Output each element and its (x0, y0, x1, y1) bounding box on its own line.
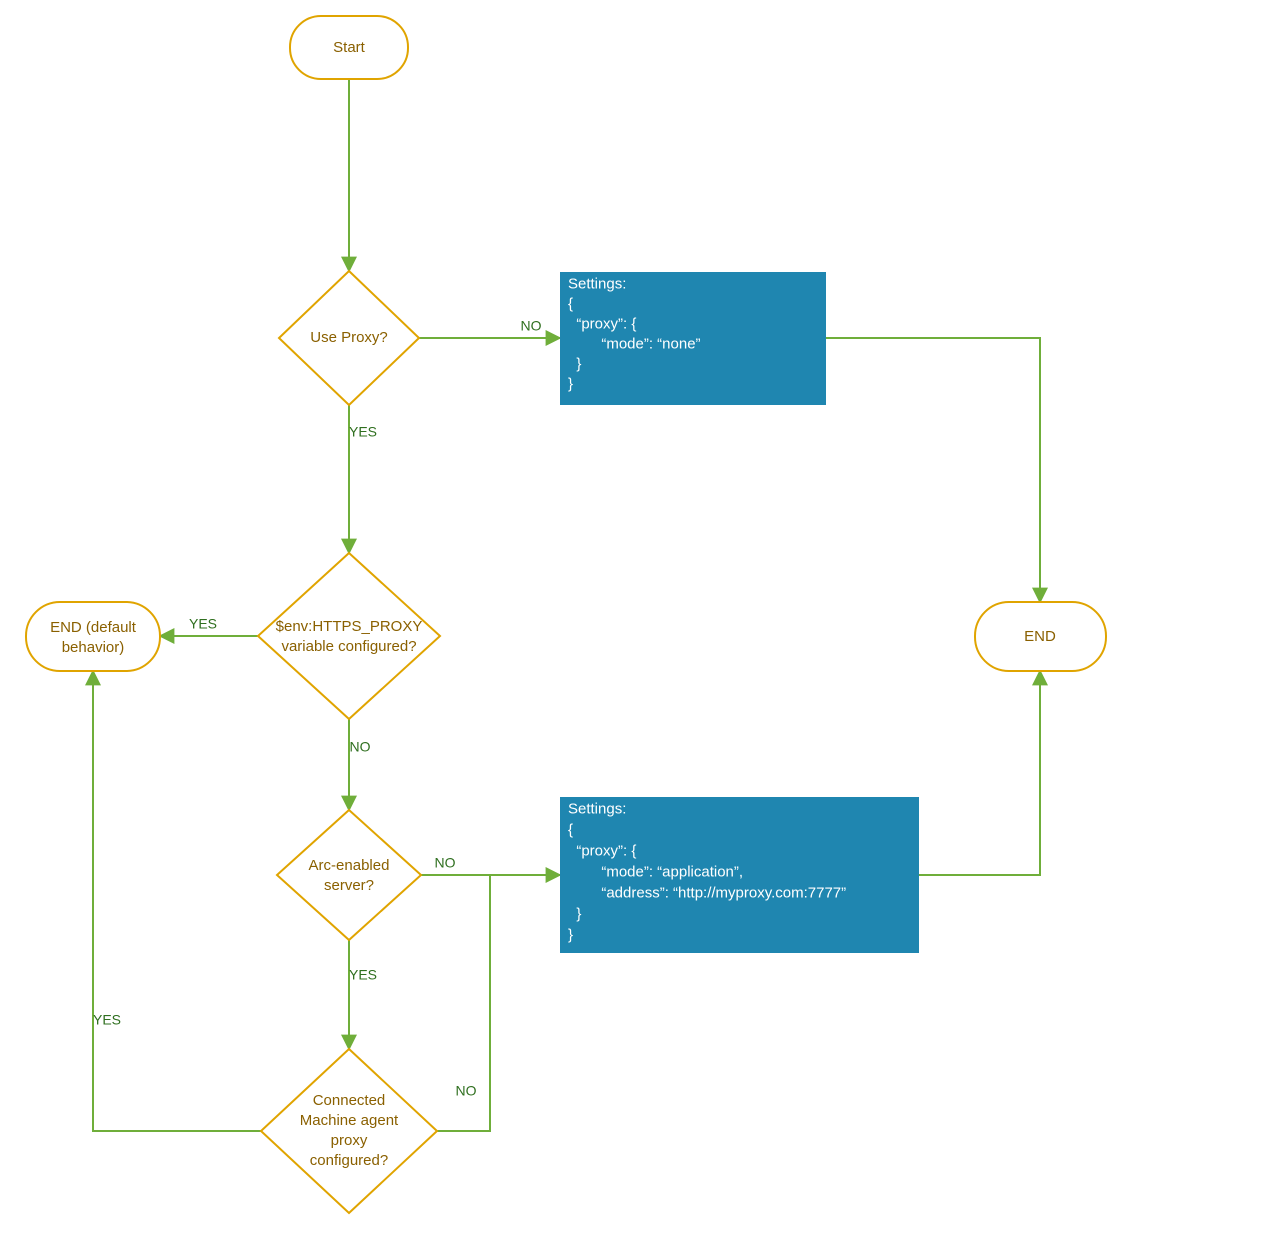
label-envvar-no: NO (350, 739, 371, 755)
node-env-var: $env:HTTPS_PROXY variable configured? (258, 553, 440, 719)
node-use-proxy-label: Use Proxy? (310, 329, 388, 346)
proxy-app-line-5: } (568, 905, 581, 922)
proxy-none-line-4: } (568, 355, 581, 372)
label-useproxy-no: NO (521, 318, 542, 334)
node-arc-line1: Arc-enabled (309, 857, 390, 874)
node-end-label: END (1024, 628, 1056, 645)
label-arc-no: NO (435, 855, 456, 871)
node-arc-line2: server? (324, 877, 374, 894)
node-env-var-line2: variable configured? (281, 638, 416, 655)
label-cmagent-no: NO (456, 1083, 477, 1099)
node-cm-agent-line3: proxy (331, 1132, 368, 1149)
node-arc-enabled: Arc-enabled server? (277, 810, 421, 940)
node-cm-agent-line2: Machine agent (300, 1112, 399, 1129)
label-envvar-yes: YES (189, 616, 217, 632)
proxy-app-line-0: Settings: (568, 800, 626, 817)
node-end-default: END (default behavior) (26, 602, 160, 671)
node-end: END (975, 602, 1106, 671)
label-cmagent-yes: YES (93, 1012, 121, 1028)
label-useproxy-yes: YES (349, 424, 377, 440)
proxy-app-line-3: “mode”: “application”, (568, 863, 743, 880)
proxy-none-line-1: { (568, 295, 573, 312)
proxy-app-line-2: “proxy”: { (568, 842, 636, 859)
edge-cmagent-yes (93, 671, 262, 1131)
proxy-app-line-1: { (568, 821, 573, 838)
proxy-none-line-3: “mode”: “none” (568, 335, 701, 352)
node-start: Start (290, 16, 408, 79)
node-start-label: Start (333, 39, 366, 56)
node-env-var-line1: $env:HTTPS_PROXY (276, 618, 423, 635)
node-cm-agent-line1: Connected (313, 1092, 386, 1109)
proxy-none-line-5: } (568, 375, 573, 392)
label-arc-yes: YES (349, 967, 377, 983)
node-end-default-line1: END (default (50, 619, 137, 636)
node-end-default-line2: behavior) (62, 639, 125, 656)
edge-proxynone-to-end (826, 338, 1040, 602)
proxy-app-line-6: } (568, 926, 573, 943)
flowchart: NO YES YES NO NO YES NO YES Start Use Pr… (0, 0, 1272, 1243)
node-use-proxy: Use Proxy? (279, 271, 419, 405)
node-cm-agent: Connected Machine agent proxy configured… (261, 1049, 437, 1213)
node-proxy-app: Settings: { “proxy”: { “mode”: “applicat… (560, 797, 919, 953)
node-proxy-none: Settings: { “proxy”: { “mode”: “none” } … (560, 272, 826, 405)
proxy-none-line-2: “proxy”: { (568, 315, 636, 332)
edge-proxyapp-to-end (919, 671, 1040, 875)
node-cm-agent-line4: configured? (310, 1152, 388, 1169)
proxy-none-line-0: Settings: (568, 275, 626, 292)
proxy-app-line-4: “address”: “http://myproxy.com:7777” (568, 884, 846, 901)
